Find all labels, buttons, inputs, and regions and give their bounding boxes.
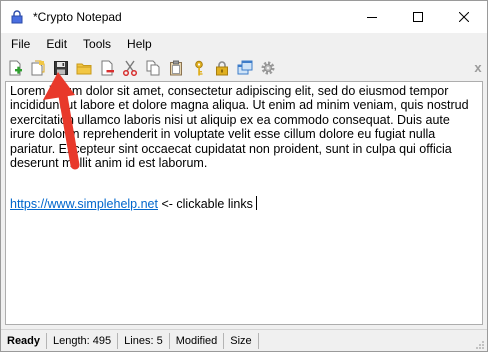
menu-tools[interactable]: Tools xyxy=(75,34,119,54)
text-caret xyxy=(255,196,257,210)
open-folder-button[interactable] xyxy=(74,58,94,78)
status-lines: Lines: 5 xyxy=(118,333,170,349)
app-lock-icon xyxy=(9,9,25,25)
paste-button[interactable] xyxy=(166,58,186,78)
status-length: Length: 495 xyxy=(47,333,119,349)
app-window: *Crypto Notepad File Edit Tools Help x L… xyxy=(0,0,488,352)
editor-link-line: https://www.simplehelp.net <- clickable … xyxy=(10,196,257,211)
title-bar[interactable]: *Crypto Notepad xyxy=(1,1,487,33)
open-file-button[interactable] xyxy=(28,58,48,78)
copy-button[interactable] xyxy=(143,58,163,78)
menu-help[interactable]: Help xyxy=(119,34,160,54)
delete-file-button[interactable] xyxy=(97,58,117,78)
status-modified: Modified xyxy=(170,333,225,349)
window-title: *Crypto Notepad xyxy=(33,10,122,24)
save-icon xyxy=(54,61,68,75)
cut-icon xyxy=(122,60,138,76)
new-file-icon xyxy=(9,60,22,76)
menu-bar: File Edit Tools Help xyxy=(1,33,487,55)
menu-file[interactable]: File xyxy=(3,34,38,54)
open-folder-icon xyxy=(76,63,92,75)
close-button[interactable] xyxy=(441,1,487,33)
toolbar: x xyxy=(1,56,487,80)
cut-button[interactable] xyxy=(120,58,140,78)
windows-button[interactable] xyxy=(235,58,255,78)
toolbar-close-button[interactable]: x xyxy=(471,58,485,76)
paste-icon xyxy=(170,60,182,76)
editor-link[interactable]: https://www.simplehelp.net xyxy=(10,197,158,211)
menu-edit[interactable]: Edit xyxy=(38,34,75,54)
editor-link-suffix: <- clickable links xyxy=(158,197,253,211)
settings-icon xyxy=(261,61,275,75)
maximize-button[interactable] xyxy=(395,1,441,33)
save-button[interactable] xyxy=(51,58,71,78)
copy-icon xyxy=(146,60,160,76)
delete-file-icon xyxy=(101,60,114,76)
windows-icon xyxy=(237,60,253,75)
new-file-button[interactable] xyxy=(5,58,25,78)
status-bar: Ready Length: 495 Lines: 5 Modified Size xyxy=(1,329,487,351)
key-button[interactable] xyxy=(189,58,209,78)
open-file-icon xyxy=(31,60,45,76)
lock-icon xyxy=(216,61,228,76)
status-size: Size xyxy=(224,333,259,349)
key-icon xyxy=(195,60,203,76)
resize-grip-icon[interactable] xyxy=(475,340,485,350)
minimize-button[interactable] xyxy=(349,1,395,33)
editor-body-text[interactable]: Lorem ipsum dolor sit amet, consectetur … xyxy=(10,84,476,170)
text-editor[interactable]: Lorem ipsum dolor sit amet, consectetur … xyxy=(5,81,483,325)
settings-button[interactable] xyxy=(258,58,278,78)
lock-button[interactable] xyxy=(212,58,232,78)
status-ready: Ready xyxy=(1,333,48,349)
